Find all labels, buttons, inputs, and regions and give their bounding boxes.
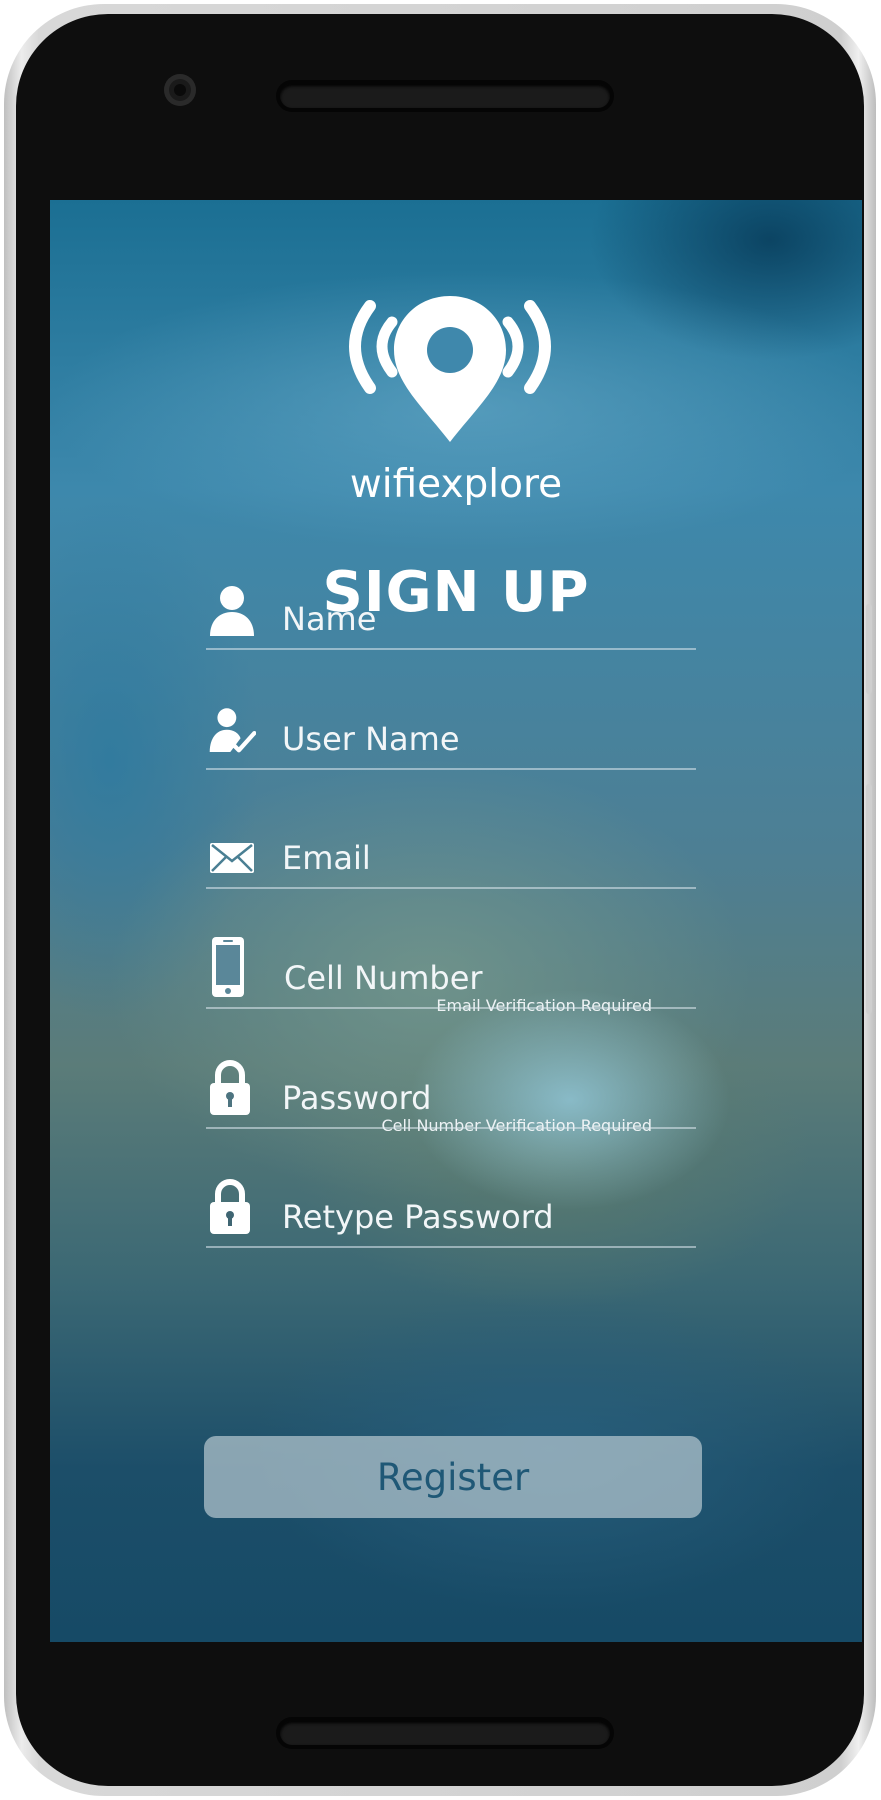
- person-check-icon: [209, 708, 256, 753]
- envelope-icon: [210, 843, 254, 873]
- name-field[interactable]: Name: [206, 580, 696, 650]
- password-field[interactable]: Password: [206, 1059, 696, 1129]
- wifi-location-logo-icon: [349, 296, 551, 442]
- username-field[interactable]: User Name: [206, 700, 696, 770]
- email-label: Email: [282, 839, 371, 877]
- front-camera: [164, 74, 196, 106]
- brand-name: wifiexplore: [349, 462, 563, 507]
- lock-icon: [210, 1060, 250, 1115]
- earpiece-speaker: [280, 84, 610, 108]
- register-button[interactable]: Register: [204, 1436, 702, 1518]
- volume-button: [866, 604, 872, 694]
- phone-icon: [212, 937, 244, 997]
- lock-icon: [210, 1179, 250, 1234]
- bottom-speaker: [280, 1721, 610, 1745]
- phone-frame: wifiexplore SIGN UP Name User Name Email…: [4, 4, 876, 1796]
- signup-screen: wifiexplore SIGN UP Name User Name Email…: [50, 200, 862, 1642]
- phone-body: wifiexplore SIGN UP Name User Name Email…: [16, 14, 872, 1786]
- email-field[interactable]: Email: [206, 819, 696, 889]
- cell-number-label: Cell Number: [284, 959, 483, 997]
- cell-number-field[interactable]: Cell Number: [206, 937, 696, 1009]
- name-label: Name: [282, 600, 377, 638]
- retype-password-field[interactable]: Retype Password: [206, 1178, 696, 1248]
- person-icon: [210, 586, 254, 636]
- username-label: User Name: [282, 720, 460, 758]
- retype-password-label: Retype Password: [282, 1198, 554, 1236]
- password-label: Password: [282, 1079, 432, 1117]
- power-button: [866, 784, 872, 1014]
